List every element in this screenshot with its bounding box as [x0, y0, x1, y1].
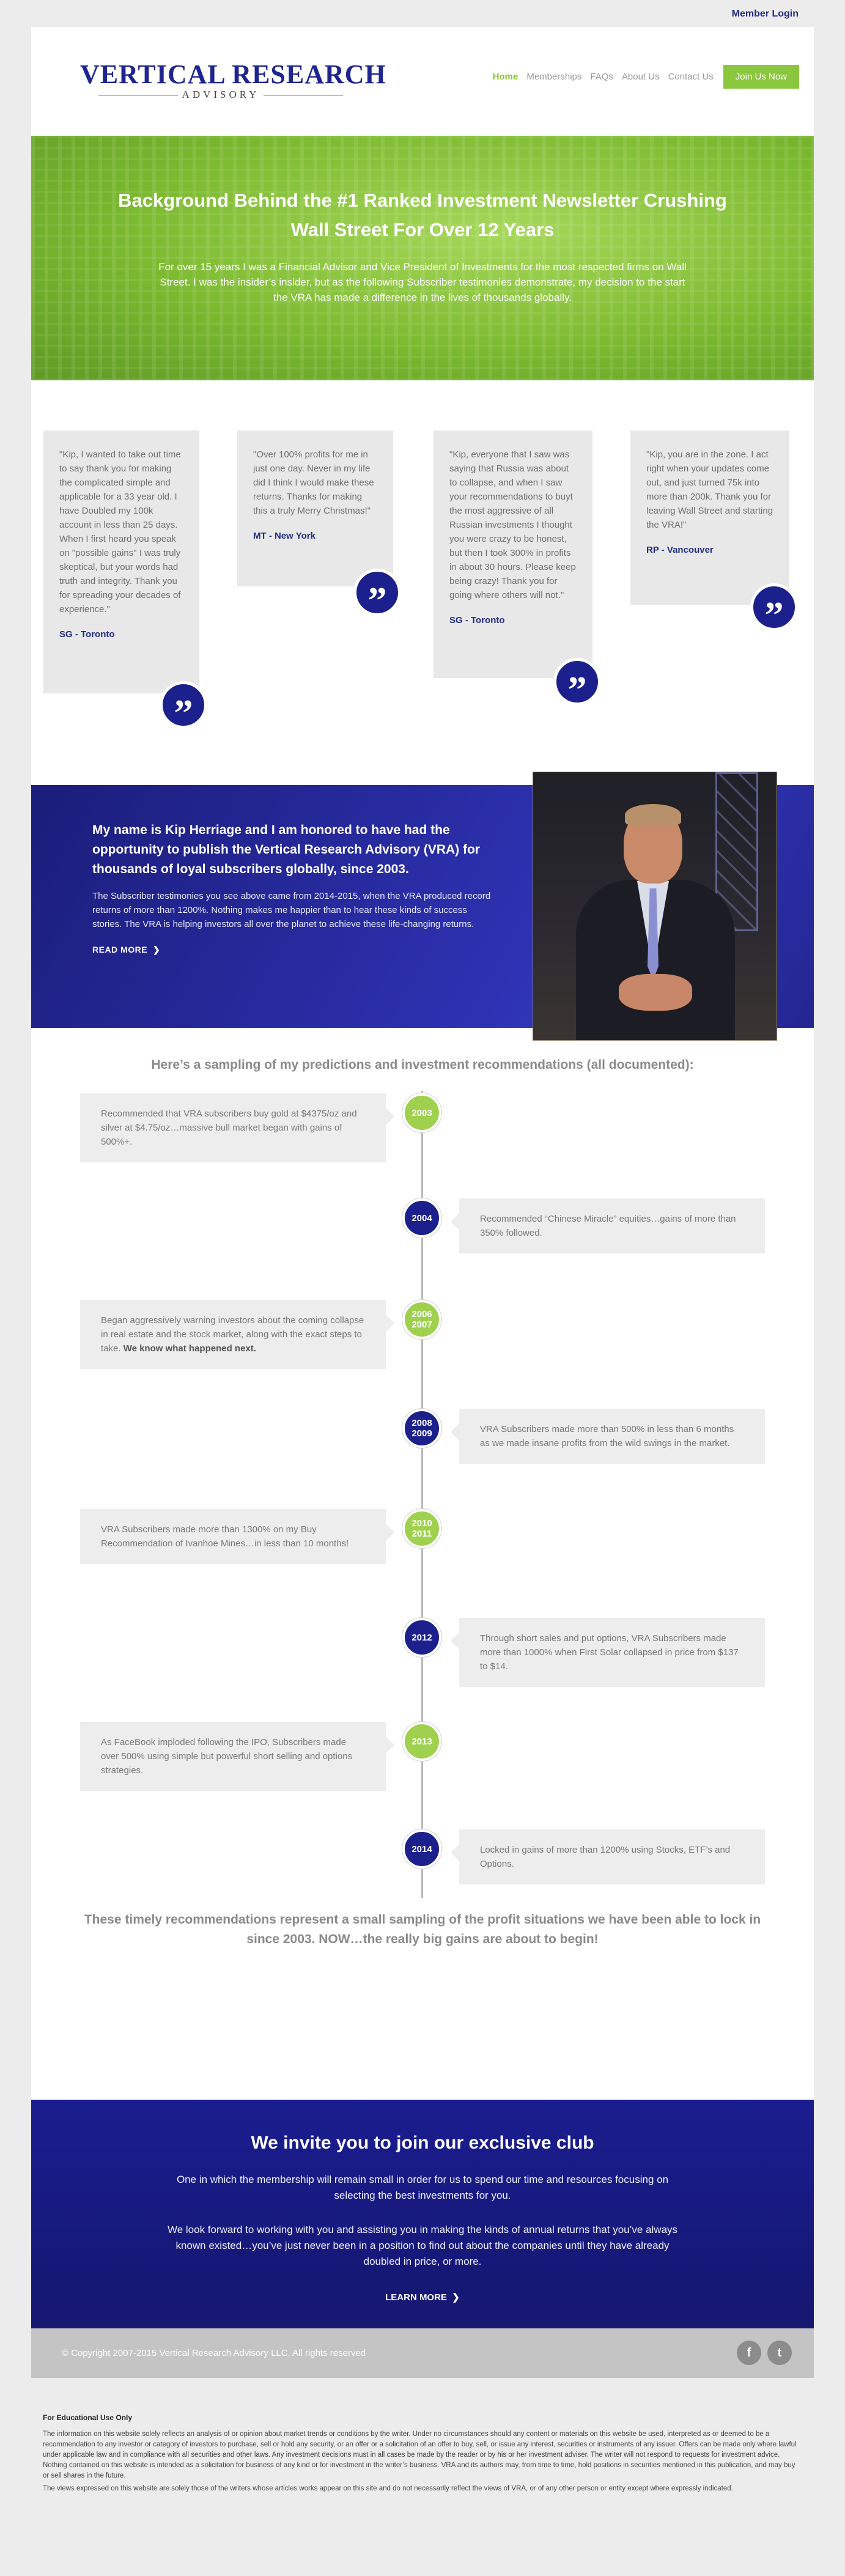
page-container: VERTICAL RESEARCH ADVISORY Home Membersh…: [31, 27, 814, 2378]
learn-more-link[interactable]: LEARN MORE ❯: [385, 2292, 460, 2303]
testimonial-card: "Over 100% profits for me in just one da…: [237, 430, 401, 622]
main-nav: Home Memberships FAQs About Us Contact U…: [484, 65, 799, 89]
about-band: My name is Kip Herriage and I am honored…: [31, 772, 814, 1041]
timeline-entry: Recommended that VRA subscribers buy gol…: [80, 1093, 394, 1162]
hero-body: For over 15 years I was a Financial Advi…: [158, 261, 687, 303]
nav-home[interactable]: Home: [493, 72, 518, 82]
timeline-entry: Recommended “Chinese Miracle” equities…g…: [451, 1198, 765, 1253]
disclaimer: For Educational Use Only The information…: [43, 2413, 801, 2497]
testimonial-author: SG - Toronto: [449, 615, 505, 626]
timeline-year-badge: 2008 2009: [402, 1409, 441, 1448]
learn-more-label: LEARN MORE: [385, 2292, 447, 2303]
photo-figure-hands: [619, 974, 692, 1011]
about-heading: My name is Kip Herriage and I am honored…: [92, 823, 480, 876]
logo-divider-left: [98, 95, 178, 96]
testimonial-author: RP - Vancouver: [646, 545, 714, 555]
disclaimer-title: For Educational Use Only: [43, 2413, 133, 2422]
timeline-entry-emphasis: We know what happened next.: [123, 1343, 256, 1354]
quote-icon: ”: [160, 681, 207, 734]
nav-memberships[interactable]: Memberships: [526, 72, 581, 82]
hero-banner: Background Behind the #1 Ranked Investme…: [31, 136, 814, 380]
sampling-title: Here’s a sampling of my predictions and …: [151, 1058, 694, 1072]
hero-title: Background Behind the #1 Ranked Investme…: [118, 190, 727, 240]
timeline-entry-text: VRA Subscribers made more than 1300% on …: [101, 1524, 349, 1549]
about-text: My name is Kip Herriage and I am honored…: [92, 821, 496, 956]
copyright-text: © Copyright 2007-2015 Vertical Research …: [62, 2348, 366, 2358]
testimonial-quote: "Kip, I wanted to take out time to say t…: [59, 449, 181, 614]
invite-paragraph-1: One in which the membership will remain …: [176, 2174, 669, 2201]
testimonial-card: "Kip, you are in the zone. I act right w…: [630, 430, 798, 637]
timeline-entry: Locked in gains of more than 1200% using…: [451, 1829, 765, 1884]
nav-contact-us[interactable]: Contact Us: [668, 72, 714, 82]
testimonial-card: "Kip, I wanted to take out time to say t…: [43, 430, 207, 734]
logo-subtitle-row: ADVISORY: [80, 89, 361, 102]
read-more-link[interactable]: READ MORE ❯: [92, 945, 160, 955]
top-bar: Member Login: [0, 0, 845, 27]
about-body: The Subscriber testimonies you see above…: [92, 891, 491, 929]
testimonial-author: SG - Toronto: [59, 629, 115, 640]
timeline-year-badge: 2014: [402, 1829, 441, 1869]
timeline-year-badge: 2012: [402, 1618, 441, 1657]
disclaimer-paragraph-1: The information on this website solely r…: [43, 2430, 797, 2479]
timeline-year-badge: 2006 2007: [402, 1300, 441, 1339]
timeline-entry: Began aggressively warning investors abo…: [80, 1300, 394, 1369]
predictions-timeline: 2003 Recommended that VRA subscribers bu…: [31, 1091, 814, 1904]
twitter-icon[interactable]: t: [767, 2341, 792, 2365]
timeline-entry-text: Through short sales and put options, VRA…: [480, 1633, 739, 1672]
timeline-year-badge: 2004: [402, 1198, 441, 1238]
quote-icon: ”: [553, 658, 601, 711]
chevron-right-icon: ❯: [452, 2292, 460, 2303]
quote-icon: ”: [750, 583, 798, 637]
testimonial-author: MT - New York: [253, 531, 315, 541]
read-more-label: READ MORE: [92, 945, 148, 954]
timeline-year-badge: 2010 2011: [402, 1509, 441, 1548]
photo-figure-hair: [625, 804, 681, 826]
timeline-entry: As FaceBook imploded following the IPO, …: [80, 1722, 394, 1791]
nav-about-us[interactable]: About Us: [622, 72, 660, 82]
chevron-right-icon: ❯: [152, 945, 161, 954]
testimonial-card: "Kip, everyone that I saw was saying tha…: [434, 430, 601, 711]
timeline-entry-text: Recommended that VRA subscribers buy gol…: [101, 1109, 357, 1147]
author-photo: [533, 772, 777, 1041]
join-us-now-button[interactable]: Join Us Now: [723, 65, 799, 89]
nav-faqs[interactable]: FAQs: [590, 72, 613, 82]
testimonial-quote: "Kip, everyone that I saw was saying tha…: [449, 449, 576, 600]
timeline-entry: VRA Subscribers made more than 1300% on …: [80, 1509, 394, 1564]
footer-bar: © Copyright 2007-2015 Vertical Research …: [31, 2328, 814, 2378]
timeline-entry-text: As FaceBook imploded following the IPO, …: [101, 1737, 353, 1776]
invite-title: We invite you to join our exclusive club: [251, 2133, 594, 2153]
closing-statement: These timely recommendations represent a…: [84, 1913, 761, 1946]
facebook-icon[interactable]: f: [737, 2341, 761, 2365]
testimonials-section: "Kip, I wanted to take out time to say t…: [31, 380, 814, 784]
hero-background-pattern: [31, 136, 814, 380]
timeline-entry: Through short sales and put options, VRA…: [451, 1618, 765, 1687]
timeline-entry-text: Locked in gains of more than 1200% using…: [480, 1845, 731, 1869]
timeline-entry-text: Recommended “Chinese Miracle” equities…g…: [480, 1214, 736, 1238]
timeline-year-badge: 2013: [402, 1722, 441, 1761]
logo-title: VERTICAL RESEARCH: [80, 59, 386, 89]
timeline-entry: VRA Subscribers made more than 500% in l…: [451, 1409, 765, 1464]
testimonial-quote: "Over 100% profits for me in just one da…: [253, 449, 374, 516]
site-logo[interactable]: VERTICAL RESEARCH ADVISORY: [80, 59, 386, 102]
timeline-entry-text: VRA Subscribers made more than 500% in l…: [480, 1424, 734, 1449]
invite-band: We invite you to join our exclusive club…: [31, 2100, 814, 2328]
member-login-link[interactable]: Member Login: [732, 9, 799, 20]
quote-icon: ”: [353, 569, 401, 622]
site-header: VERTICAL RESEARCH ADVISORY Home Membersh…: [31, 27, 814, 136]
invite-paragraph-2: We look forward to working with you and …: [167, 2224, 678, 2267]
disclaimer-paragraph-2: The views expressed on this website are …: [43, 2485, 733, 2492]
logo-divider-right: [264, 95, 343, 96]
logo-subtitle: ADVISORY: [182, 89, 260, 100]
timeline-year-badge: 2003: [402, 1093, 441, 1132]
testimonial-quote: "Kip, you are in the zone. I act right w…: [646, 449, 773, 530]
